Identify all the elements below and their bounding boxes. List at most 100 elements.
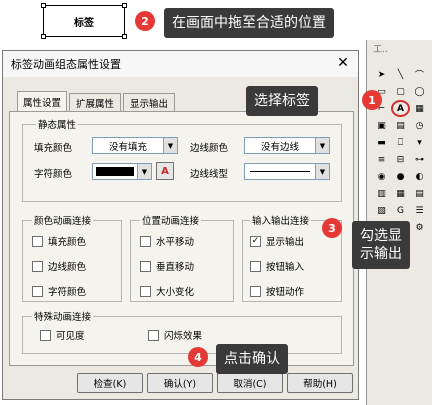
resize-handle[interactable]	[41, 34, 46, 39]
component-icon[interactable]: ▤	[391, 117, 410, 134]
combo-icon[interactable]: ▾	[410, 134, 429, 151]
checkbox-label: 按钮动作	[266, 287, 305, 298]
cancel-button[interactable]: 取消(C)	[217, 373, 283, 393]
fill-color-label: 填充颜色	[34, 143, 73, 154]
border-color-checkbox[interactable]: 边线颜色	[32, 259, 86, 273]
checkbox[interactable]	[140, 260, 151, 272]
standard-button-icon[interactable]: ▬	[372, 134, 391, 151]
checkbox[interactable]	[140, 235, 151, 247]
checkbox[interactable]	[148, 329, 159, 341]
canvas-label-text: 标签	[74, 17, 94, 29]
label-icon[interactable]: A	[391, 100, 410, 117]
chevron-down-icon: ▼	[163, 138, 177, 153]
record-icon[interactable]: ▧	[372, 202, 391, 219]
checkbox[interactable]	[32, 260, 43, 272]
line-icon[interactable]: ╲	[391, 66, 410, 83]
arc-icon[interactable]: ⌒	[410, 66, 429, 83]
step-badge-3: 3	[322, 218, 342, 238]
border-color-select[interactable]: 没有边线 ▼	[244, 137, 330, 154]
checkbox-label: 显示输出	[266, 237, 305, 248]
color-animation-options: 填充颜色 边线颜色 字符颜色	[32, 234, 86, 298]
tool-icon[interactable]: ⚙	[410, 219, 429, 236]
checkbox[interactable]	[32, 235, 43, 247]
tab-extended-attributes[interactable]: 扩展属性	[69, 93, 121, 111]
pointer-icon[interactable]: ➤	[372, 66, 391, 83]
button-label: 帮助(H)	[303, 379, 337, 390]
checkbox[interactable]	[40, 329, 51, 341]
dialog-titlebar: 标签动画组态属性设置	[3, 51, 358, 77]
button-action-checkbox[interactable]: 按钮动作	[250, 284, 304, 298]
confirm-button[interactable]: 确认(Y)	[147, 373, 213, 393]
list-icon[interactable]: ☰	[410, 202, 429, 219]
checkbox-label: 边线颜色	[48, 262, 87, 273]
callout-line: 勾选显	[360, 228, 402, 244]
chart-icon[interactable]: ▥	[372, 185, 391, 202]
size-change-checkbox[interactable]: 大小变化	[140, 284, 194, 298]
resize-handle[interactable]	[41, 3, 46, 8]
callout-line: 示输出	[360, 246, 402, 263]
position-animation-options: 水平移动 垂直移动 大小变化	[140, 234, 194, 298]
grid-icon[interactable]: ▦	[391, 185, 410, 202]
slider-icon[interactable]: ⊟	[391, 151, 410, 168]
checkbox[interactable]	[32, 285, 43, 297]
callout-check-output: 勾选显 示输出	[352, 221, 410, 270]
close-icon[interactable]: ✕	[334, 54, 352, 72]
group-title: 特殊动画连接	[32, 309, 94, 323]
tab-label: 扩展属性	[75, 98, 114, 110]
chevron-down-icon: ▼	[137, 164, 151, 179]
gauge-icon[interactable]: ◉	[372, 168, 391, 185]
tab-display-output[interactable]: 显示输出	[123, 93, 175, 111]
checkbox-label: 垂直移动	[156, 262, 195, 273]
border-color-label: 边线颜色	[190, 143, 229, 154]
lines-icon[interactable]: ≡	[372, 151, 391, 168]
round-rect-icon[interactable]: ▢	[391, 83, 410, 100]
input-box-icon[interactable]: ⎕	[391, 134, 410, 151]
chevron-down-icon: ▼	[315, 138, 329, 153]
blink-effect-checkbox[interactable]: 闪烁效果	[148, 328, 202, 342]
callout-drag: 在画面中拖至合适的位置	[164, 8, 334, 39]
border-style-select[interactable]: ▼	[244, 163, 330, 180]
font-settings-button[interactable]: A	[156, 162, 174, 180]
horizontal-move-checkbox[interactable]: 水平移动	[140, 234, 194, 248]
button-label: 确认(Y)	[163, 379, 197, 390]
checkbox-checked[interactable]: ✓	[250, 235, 261, 247]
timer-icon[interactable]: ◷	[410, 117, 429, 134]
checkbox[interactable]	[250, 260, 261, 272]
help-button[interactable]: 帮助(H)	[287, 373, 353, 393]
font-icon: A	[161, 165, 169, 177]
check-button[interactable]: 检查(K)	[77, 373, 143, 393]
checkbox-label: 按钮输入	[266, 262, 305, 273]
switch-icon[interactable]: ⊶	[410, 151, 429, 168]
tab-attribute-settings[interactable]: 属性设置	[17, 91, 67, 111]
table-icon[interactable]: ▤	[410, 185, 429, 202]
fill-color-checkbox[interactable]: 填充颜色	[32, 234, 86, 248]
font-color-checkbox[interactable]: 字符颜色	[32, 284, 86, 298]
fill-color-value: 没有填充	[108, 141, 147, 153]
resize-handle[interactable]	[122, 34, 127, 39]
bitmap-icon[interactable]: ▦	[410, 100, 429, 117]
visibility-checkbox[interactable]: 可见度	[40, 328, 85, 342]
checkbox-label: 填充颜色	[48, 237, 87, 248]
line-style-preview	[250, 171, 310, 172]
fill-color-select[interactable]: 没有填充 ▼	[92, 137, 178, 154]
checkbox-label: 可见度	[56, 331, 85, 342]
gif-icon[interactable]: G	[391, 202, 410, 219]
button-label: 检查(K)	[93, 379, 127, 390]
button-input-checkbox[interactable]: 按钮输入	[250, 259, 304, 273]
display-output-checkbox[interactable]: ✓ 显示输出	[250, 234, 304, 248]
tab-panel: 静态属性 填充颜色 没有填充 ▼ 边线颜色 没有边线 ▼ 字符颜色 ▼ A 边线…	[9, 111, 354, 366]
font-color-select[interactable]: ▼	[92, 163, 152, 180]
callout-select-label: 选择标签	[246, 86, 318, 117]
indicator-icon[interactable]: ●	[391, 168, 410, 185]
resize-handle[interactable]	[122, 3, 127, 8]
step-badge-2: 2	[135, 11, 155, 31]
checkbox[interactable]	[140, 285, 151, 297]
image-icon[interactable]: ▣	[372, 117, 391, 134]
checkbox[interactable]	[250, 285, 261, 297]
knob-icon[interactable]: ◐	[410, 168, 429, 185]
canvas-label-object[interactable]: 标签	[43, 5, 125, 37]
ellipse-icon[interactable]: ◯	[410, 83, 429, 100]
group-title: 输入输出连接	[250, 213, 312, 227]
group-title: 颜色动画连接	[32, 213, 94, 227]
vertical-move-checkbox[interactable]: 垂直移动	[140, 259, 194, 273]
